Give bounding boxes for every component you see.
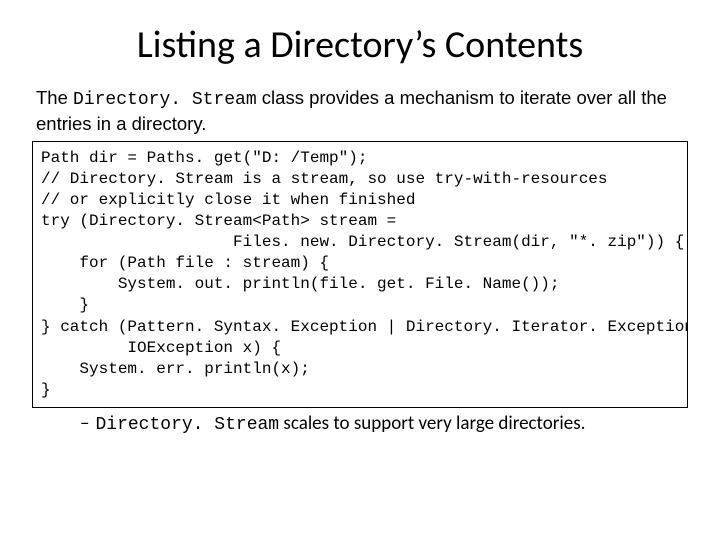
code-line: System. err. println(x);: [41, 360, 310, 378]
code-line: Files. new. Directory. Stream(dir, "*. z…: [41, 233, 684, 251]
intro-prefix: The: [36, 87, 73, 108]
intro-class-name: Directory. Stream: [73, 90, 257, 110]
code-line: }: [41, 381, 51, 399]
footnote-dash: –: [80, 412, 89, 435]
code-line: System. out. println(file. get. File. Na…: [41, 275, 559, 293]
intro-paragraph: The Directory. Stream class provides a m…: [36, 86, 688, 135]
footnote: –Directory. Stream scales to support ver…: [80, 412, 688, 435]
code-line: for (Path file : stream) {: [41, 254, 329, 272]
code-line: Path dir = Paths. get("D: /Temp");: [41, 149, 367, 167]
code-line: // or explicitly close it when finished: [41, 191, 415, 209]
code-line: IOException x) {: [41, 339, 281, 357]
code-block: Path dir = Paths. get("D: /Temp"); // Di…: [32, 141, 688, 408]
code-line: try (Directory. Stream<Path> stream =: [41, 212, 396, 230]
code-line: // Directory. Stream is a stream, so use…: [41, 170, 608, 188]
code-line: } catch (Pattern. Syntax. Exception | Di…: [41, 318, 688, 336]
footnote-class-name: Directory. Stream: [95, 415, 279, 435]
code-line: }: [41, 296, 89, 314]
slide-title: Listing a Directory’s Contents: [32, 22, 688, 68]
footnote-text: scales to support very large directories…: [279, 412, 585, 435]
slide: Listing a Directory’s Contents The Direc…: [0, 0, 720, 540]
